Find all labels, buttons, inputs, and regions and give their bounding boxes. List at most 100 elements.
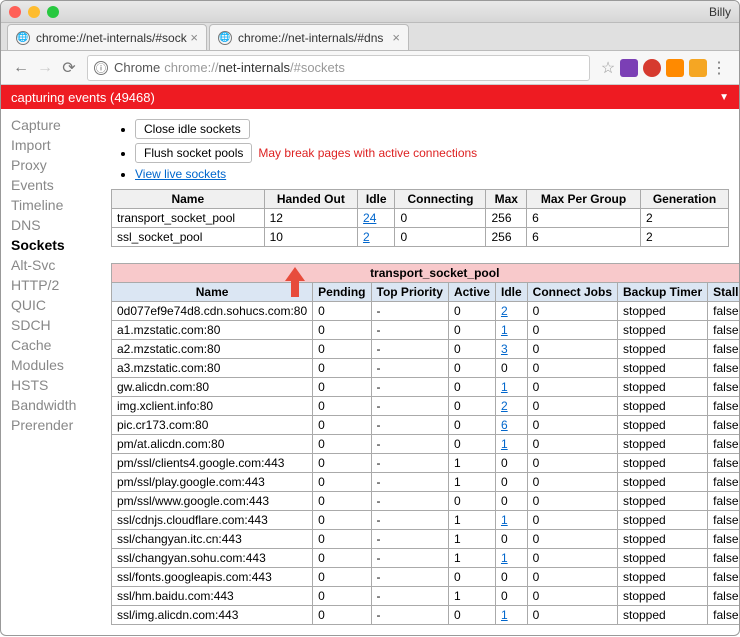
close-icon[interactable]: × [190,30,198,45]
cell: ssl/cdnjs.cloudflare.com:443 [112,511,313,530]
sidebar-item-import[interactable]: Import [5,135,97,155]
idle-link[interactable]: 1 [501,437,508,451]
bookmark-icon[interactable]: ☆ [596,56,620,80]
cell: false [708,397,739,416]
sidebar: CaptureImportProxyEventsTimelineDNSSocke… [1,109,101,637]
table-row: ssl/fonts.googleapis.com:4430-000stopped… [112,568,740,587]
flush-warning: May break pages with active connections [258,146,477,160]
cell: stopped [618,454,708,473]
col-header: Name [112,283,313,302]
sidebar-item-http/2[interactable]: HTTP/2 [5,275,97,295]
window-max-icon[interactable] [47,6,59,18]
cell: - [371,397,448,416]
cell: stopped [618,359,708,378]
sidebar-item-cache[interactable]: Cache [5,335,97,355]
window-close-icon[interactable] [9,6,21,18]
flush-pools-button[interactable]: Flush socket pools [135,143,252,163]
cell: 0 [313,435,371,454]
cell: - [371,378,448,397]
address-bar[interactable]: ⓘ Chrome chrome:// net-internals /#socke… [87,55,590,81]
table-row: ssl/cdnjs.cloudflare.com:4430-110stopped… [112,511,740,530]
col-header: Active [448,283,495,302]
table-row: img.xclient.info:800-020stoppedfalse [112,397,740,416]
ext-icon[interactable] [666,59,684,77]
idle-link[interactable]: 1 [501,323,508,337]
sidebar-item-sockets[interactable]: Sockets [5,235,97,255]
idle-link[interactable]: 1 [501,551,508,565]
status-bar[interactable]: capturing events (49468) ▼ [1,85,739,109]
cell: 0 [313,606,371,625]
sidebar-item-bandwidth[interactable]: Bandwidth [5,395,97,415]
table-row: pm/ssl/clients4.google.com:4430-100stopp… [112,454,740,473]
cell: false [708,302,739,321]
cell: ssl/hm.baidu.com:443 [112,587,313,606]
reload-button[interactable]: ⟳ [57,56,81,80]
cell: 0 [448,359,495,378]
sidebar-item-alt-svc[interactable]: Alt-Svc [5,255,97,275]
summary-table: NameHanded OutIdleConnectingMaxMax Per G… [111,189,729,247]
col-header: Connect Jobs [527,283,617,302]
cell: 0 [313,568,371,587]
cell: false [708,568,739,587]
sidebar-item-sdch[interactable]: SDCH [5,315,97,335]
cell: 0 [313,473,371,492]
idle-link[interactable]: 2 [501,399,508,413]
sidebar-item-prerender[interactable]: Prerender [5,415,97,435]
idle-link[interactable]: 2 [501,304,508,318]
pool-table: transport_socket_pool NamePendingTop Pri… [111,263,739,625]
idle-link[interactable]: 1 [501,513,508,527]
cell: 0 [527,530,617,549]
cell: 0 [495,492,527,511]
sidebar-item-capture[interactable]: Capture [5,115,97,135]
ext-icon[interactable] [689,59,707,77]
close-icon[interactable]: × [392,30,400,45]
profile-label[interactable]: Billy [709,5,731,19]
cell: 1 [448,511,495,530]
sidebar-item-quic[interactable]: QUIC [5,295,97,315]
cell: 1 [448,473,495,492]
site-info-icon[interactable]: ⓘ [94,61,108,75]
cell: - [371,492,448,511]
table-row: transport_socket_pool1224025662 [112,209,729,228]
table-row: ssl/img.alicdn.com:4430-010stoppedfalse [112,606,740,625]
view-live-link[interactable]: View live sockets [135,167,226,181]
cell: false [708,378,739,397]
cell: 1 [495,378,527,397]
cell: a3.mzstatic.com:80 [112,359,313,378]
close-idle-button[interactable]: Close idle sockets [135,119,250,139]
cell: false [708,416,739,435]
window-min-icon[interactable] [28,6,40,18]
idle-link[interactable]: 2 [363,230,370,244]
chevron-down-icon[interactable]: ▼ [719,92,729,103]
cell: false [708,549,739,568]
cell: 0 [395,209,486,228]
browser-tab[interactable]: 🌐 chrome://net-internals/#dns × [209,24,409,50]
cell: 0 [313,378,371,397]
col-header: Max [486,190,527,209]
idle-link[interactable]: 1 [501,608,508,622]
cell: 0 [313,321,371,340]
cell: 0 [313,302,371,321]
col-header: Stalled [708,283,739,302]
menu-icon[interactable]: ⋮ [707,56,731,80]
idle-link[interactable]: 1 [501,380,508,394]
col-header: Connecting [395,190,486,209]
back-button[interactable]: ← [9,56,33,80]
cell: 0 [527,378,617,397]
idle-link[interactable]: 24 [363,211,376,225]
sidebar-item-hsts[interactable]: HSTS [5,375,97,395]
sidebar-item-proxy[interactable]: Proxy [5,155,97,175]
browser-tab-active[interactable]: 🌐 chrome://net-internals/#sock × [7,24,207,50]
sidebar-item-modules[interactable]: Modules [5,355,97,375]
idle-link[interactable]: 3 [501,342,508,356]
sidebar-item-timeline[interactable]: Timeline [5,195,97,215]
ext-icon[interactable] [643,59,661,77]
col-header: Pending [313,283,371,302]
globe-icon: 🌐 [16,31,30,45]
ext-icon[interactable] [620,59,638,77]
cell: 0 [527,511,617,530]
cell: false [708,511,739,530]
sidebar-item-events[interactable]: Events [5,175,97,195]
sidebar-item-dns[interactable]: DNS [5,215,97,235]
idle-link[interactable]: 6 [501,418,508,432]
